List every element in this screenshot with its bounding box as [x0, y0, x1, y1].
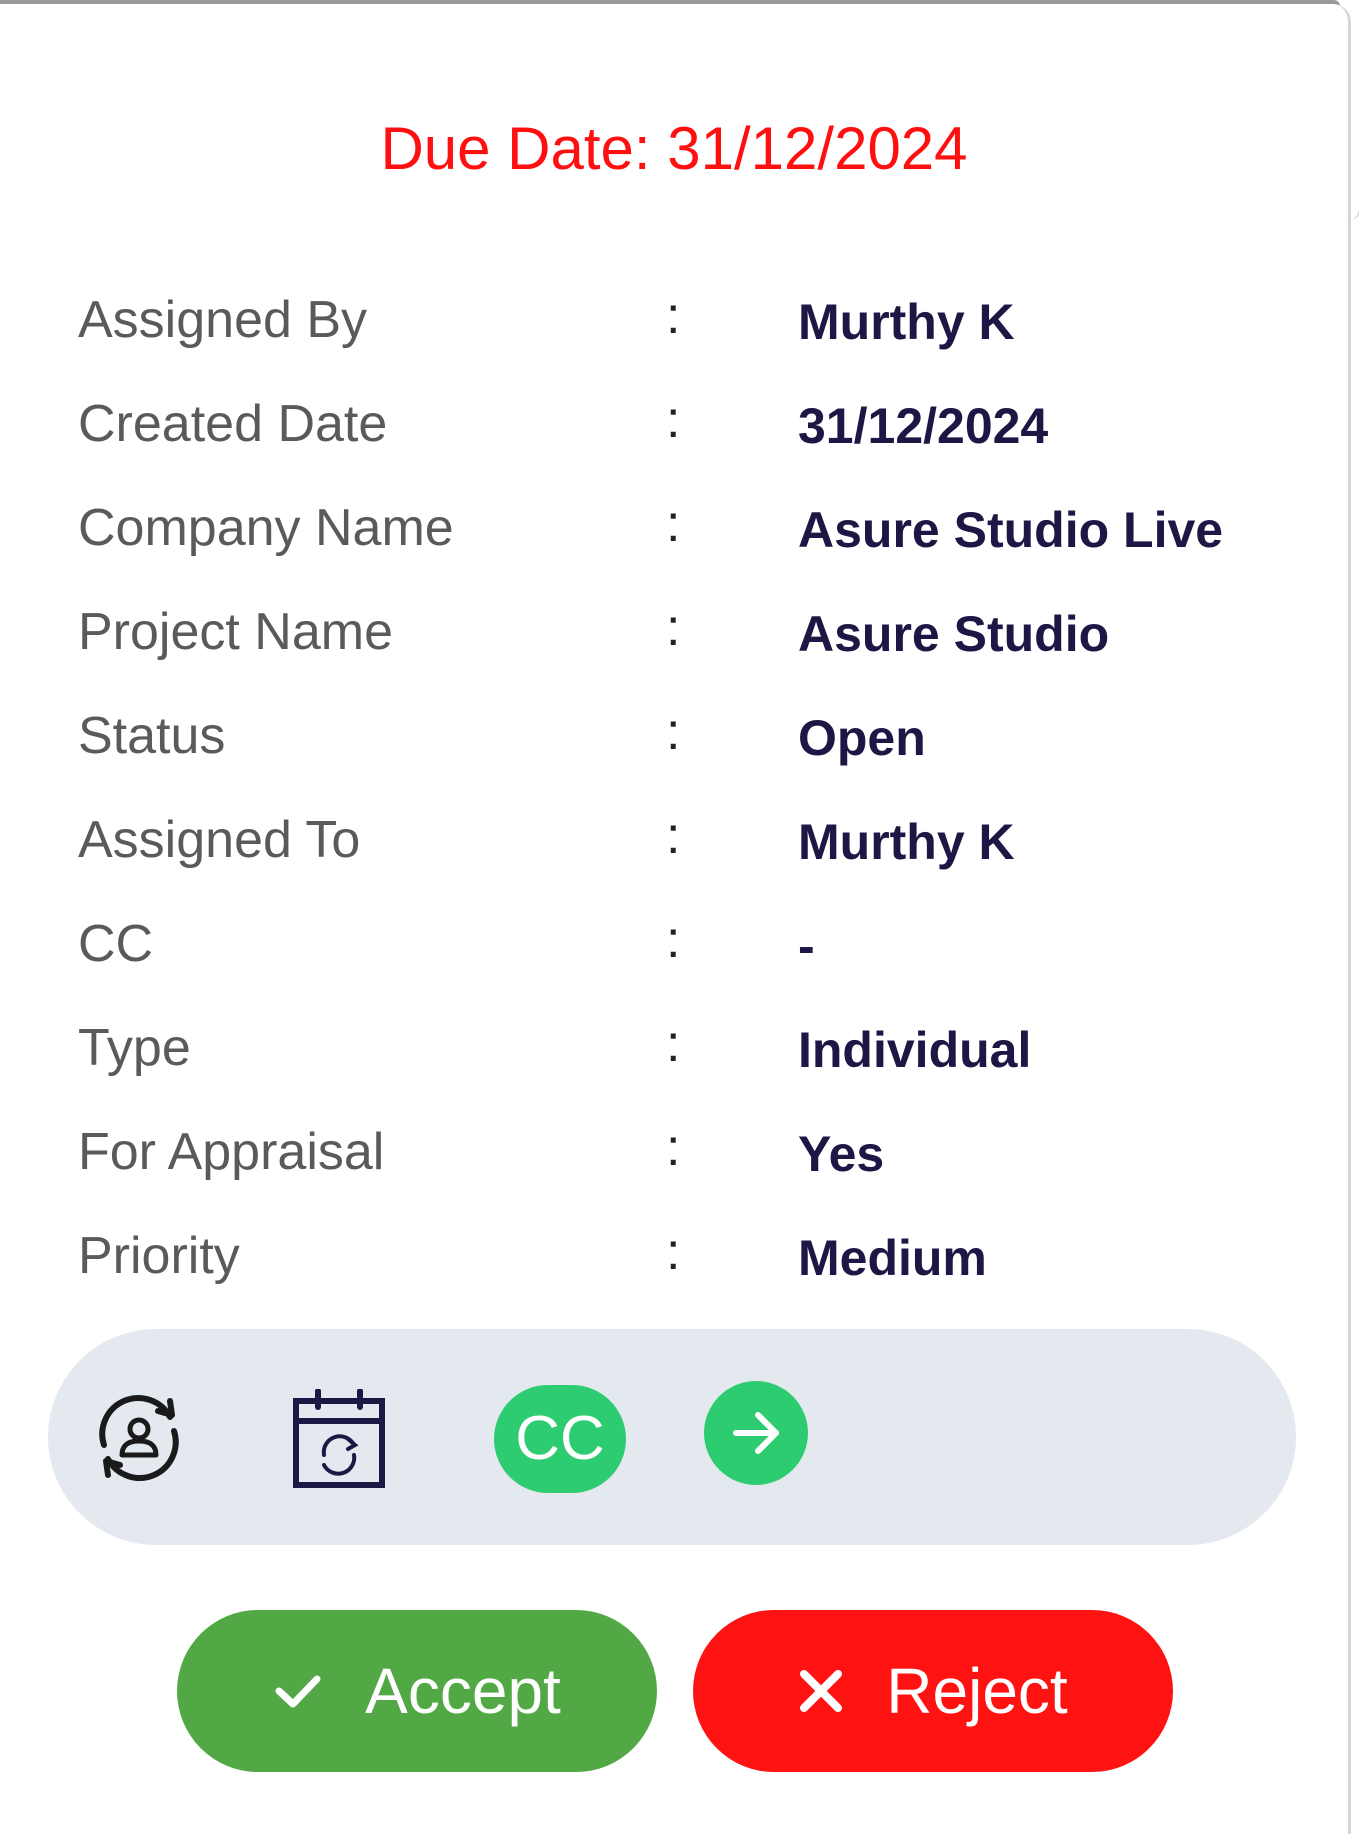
detail-value: Individual	[798, 1022, 1032, 1078]
detail-separator: :	[666, 703, 681, 761]
detail-row-assigned-to: Assigned To : Murthy K	[78, 802, 1318, 906]
detail-separator: :	[666, 911, 681, 969]
detail-row-priority: Priority : Medium	[78, 1218, 1318, 1322]
detail-separator: :	[666, 495, 681, 553]
detail-value: 31/12/2024	[798, 398, 1049, 454]
close-icon	[798, 1668, 844, 1714]
reject-label: Reject	[886, 1655, 1068, 1727]
detail-label: Status	[78, 707, 226, 765]
detail-separator: :	[666, 599, 681, 657]
detail-label: Type	[78, 1019, 191, 1077]
detail-value: Murthy K	[798, 294, 1015, 350]
detail-label: Created Date	[78, 395, 388, 453]
detail-value: Asure Studio	[798, 606, 1110, 662]
detail-separator: :	[666, 1223, 681, 1281]
calendar-sync-icon	[293, 1389, 385, 1488]
detail-label: Assigned To	[78, 811, 361, 869]
accept-button[interactable]: Accept	[177, 1610, 657, 1772]
cc-button[interactable]: CC	[494, 1385, 626, 1493]
action-bar: CC	[48, 1329, 1296, 1545]
accept-label: Accept	[365, 1655, 561, 1727]
detail-label: CC	[78, 915, 154, 973]
detail-value: Asure Studio Live	[798, 502, 1224, 558]
reschedule-button[interactable]	[290, 1389, 388, 1491]
check-icon	[273, 1671, 323, 1711]
detail-row-project-name: Project Name : Asure Studio	[78, 594, 1318, 698]
detail-row-for-appraisal: For Appraisal : Yes	[78, 1114, 1318, 1218]
detail-value: -	[798, 918, 815, 974]
detail-row-assigned-by: Assigned By : Murthy K	[78, 282, 1318, 386]
reassign-button[interactable]	[86, 1385, 192, 1491]
detail-row-type: Type : Individual	[78, 1010, 1318, 1114]
task-detail-frame: Due Date: 31/12/2024 Assigned By : Murth…	[0, 0, 1359, 1834]
detail-row-cc: CC : -	[78, 906, 1318, 1010]
detail-value: Murthy K	[798, 814, 1015, 870]
detail-separator: :	[666, 807, 681, 865]
detail-label: Project Name	[78, 603, 393, 661]
user-sync-icon	[99, 1395, 179, 1481]
detail-label: Company Name	[78, 499, 454, 557]
detail-separator: :	[666, 1119, 681, 1177]
detail-row-created-date: Created Date : 31/12/2024	[78, 386, 1318, 490]
reject-button[interactable]: Reject	[693, 1610, 1173, 1772]
detail-row-status: Status : Open	[78, 698, 1318, 802]
task-detail-card: Due Date: 31/12/2024 Assigned By : Murth…	[0, 4, 1351, 1834]
detail-value: Medium	[798, 1230, 987, 1286]
details-list: Assigned By : Murthy K Created Date : 31…	[78, 282, 1318, 1322]
side-edge	[1349, 20, 1359, 220]
detail-row-company-name: Company Name : Asure Studio Live	[78, 490, 1318, 594]
detail-value: Yes	[798, 1126, 885, 1182]
detail-separator: :	[666, 287, 681, 345]
due-date: Due Date: 31/12/2024	[380, 115, 968, 182]
arrow-right-icon	[733, 1412, 779, 1454]
detail-separator: :	[666, 1015, 681, 1073]
detail-value: Open	[798, 710, 926, 766]
detail-label: Assigned By	[78, 291, 368, 349]
forward-button[interactable]	[704, 1381, 808, 1485]
detail-label: For Appraisal	[78, 1123, 385, 1181]
detail-label: Priority	[78, 1227, 240, 1285]
detail-separator: :	[666, 391, 681, 449]
